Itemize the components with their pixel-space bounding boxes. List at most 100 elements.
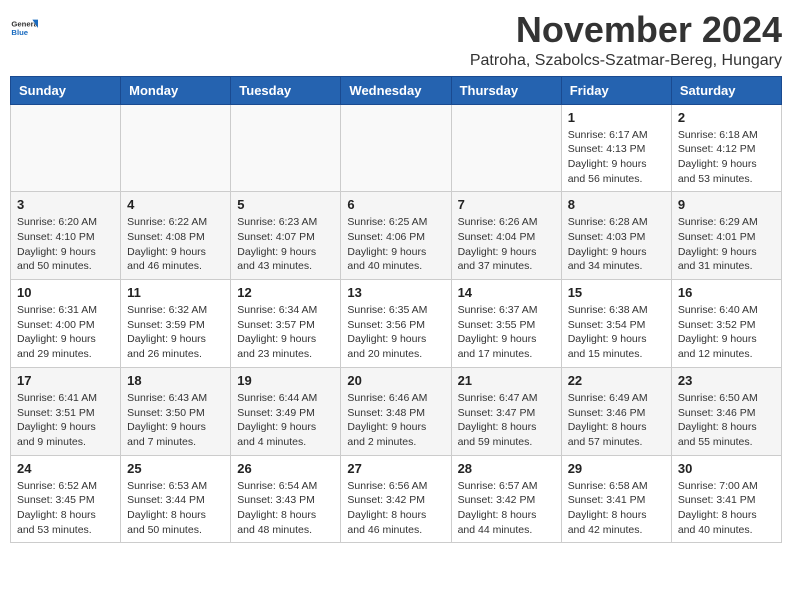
day-number: 2 — [678, 110, 775, 125]
calendar-cell: 5 Sunrise: 6:23 AM Sunset: 4:07 PM Daylig… — [231, 192, 341, 280]
day-info: Sunrise: 6:53 AM Sunset: 3:44 PM Dayligh… — [127, 479, 224, 538]
calendar-cell — [11, 104, 121, 192]
col-header-wednesday: Wednesday — [341, 76, 451, 104]
day-number: 30 — [678, 461, 775, 476]
title-section: November 2024 Patroha, Szabolcs-Szatmar-… — [470, 10, 782, 70]
day-info: Sunrise: 6:32 AM Sunset: 3:59 PM Dayligh… — [127, 303, 224, 362]
day-info: Sunrise: 6:54 AM Sunset: 3:43 PM Dayligh… — [237, 479, 334, 538]
calendar-cell: 8Sunrise: 6:28 AM Sunset: 4:03 PM Daylig… — [561, 192, 671, 280]
calendar-week-3: 10 Sunrise: 6:31 AM Sunset: 4:00 PM Dayli… — [11, 280, 782, 368]
day-info: Sunrise: 6:52 AM Sunset: 3:45 PM Dayligh… — [17, 479, 114, 538]
col-header-monday: Monday — [121, 76, 231, 104]
col-header-sunday: Sunday — [11, 76, 121, 104]
day-info: Sunrise: 6:38 AM Sunset: 3:54 PM Dayligh… — [568, 303, 665, 362]
calendar-cell — [231, 104, 341, 192]
day-info: Sunrise: 6:25 AM Sunset: 4:06 PM Dayligh… — [347, 215, 444, 274]
svg-text:Blue: Blue — [11, 28, 28, 37]
day-number: 16 — [678, 285, 775, 300]
col-header-tuesday: Tuesday — [231, 76, 341, 104]
calendar-cell: 13Sunrise: 6:35 AM Sunset: 3:56 PM Dayli… — [341, 280, 451, 368]
day-info: Sunrise: 6:47 AM Sunset: 3:47 PM Dayligh… — [458, 391, 555, 450]
logo-icon: General Blue — [10, 14, 38, 42]
day-number: 29 — [568, 461, 665, 476]
day-number: 10 — [17, 285, 114, 300]
col-header-thursday: Thursday — [451, 76, 561, 104]
day-number: 11 — [127, 285, 224, 300]
col-header-saturday: Saturday — [671, 76, 781, 104]
month-title: November 2024 — [470, 10, 782, 50]
location-title: Patroha, Szabolcs-Szatmar-Bereg, Hungary — [470, 52, 782, 70]
calendar-cell: 24 Sunrise: 6:52 AM Sunset: 3:45 PM Dayli… — [11, 455, 121, 543]
calendar-week-2: 3 Sunrise: 6:20 AM Sunset: 4:10 PM Daylig… — [11, 192, 782, 280]
day-info: Sunrise: 6:50 AM Sunset: 3:46 PM Dayligh… — [678, 391, 775, 450]
calendar-cell: 4 Sunrise: 6:22 AM Sunset: 4:08 PM Daylig… — [121, 192, 231, 280]
calendar-cell: 23 Sunrise: 6:50 AM Sunset: 3:46 PM Dayli… — [671, 367, 781, 455]
col-header-friday: Friday — [561, 76, 671, 104]
day-info: Sunrise: 6:41 AM Sunset: 3:51 PM Dayligh… — [17, 391, 114, 450]
day-info: Sunrise: 6:40 AM Sunset: 3:52 PM Dayligh… — [678, 303, 775, 362]
day-number: 28 — [458, 461, 555, 476]
calendar-cell: 2Sunrise: 6:18 AM Sunset: 4:12 PM Daylig… — [671, 104, 781, 192]
calendar-cell: 26 Sunrise: 6:54 AM Sunset: 3:43 PM Dayli… — [231, 455, 341, 543]
calendar-cell: 22 Sunrise: 6:49 AM Sunset: 3:46 PM Dayli… — [561, 367, 671, 455]
calendar-cell: 30Sunrise: 7:00 AM Sunset: 3:41 PM Dayli… — [671, 455, 781, 543]
day-number: 26 — [237, 461, 334, 476]
calendar-cell: 27Sunrise: 6:56 AM Sunset: 3:42 PM Dayli… — [341, 455, 451, 543]
calendar-cell: 6Sunrise: 6:25 AM Sunset: 4:06 PM Daylig… — [341, 192, 451, 280]
day-number: 5 — [237, 197, 334, 212]
logo: General Blue — [10, 14, 38, 42]
day-number: 7 — [458, 197, 555, 212]
calendar-cell: 17Sunrise: 6:41 AM Sunset: 3:51 PM Dayli… — [11, 367, 121, 455]
calendar-week-1: 1 Sunrise: 6:17 AM Sunset: 4:13 PM Daylig… — [11, 104, 782, 192]
day-info: Sunrise: 6:37 AM Sunset: 3:55 PM Dayligh… — [458, 303, 555, 362]
day-info: Sunrise: 6:58 AM Sunset: 3:41 PM Dayligh… — [568, 479, 665, 538]
day-info: Sunrise: 6:34 AM Sunset: 3:57 PM Dayligh… — [237, 303, 334, 362]
day-number: 8 — [568, 197, 665, 212]
day-number: 20 — [347, 373, 444, 388]
calendar-cell: 28 Sunrise: 6:57 AM Sunset: 3:42 PM Dayli… — [451, 455, 561, 543]
day-number: 13 — [347, 285, 444, 300]
calendar-cell: 1 Sunrise: 6:17 AM Sunset: 4:13 PM Daylig… — [561, 104, 671, 192]
calendar-cell — [451, 104, 561, 192]
calendar-table: SundayMondayTuesdayWednesdayThursdayFrid… — [10, 76, 782, 544]
calendar-cell: 16 Sunrise: 6:40 AM Sunset: 3:52 PM Dayli… — [671, 280, 781, 368]
day-number: 24 — [17, 461, 114, 476]
calendar-cell: 21 Sunrise: 6:47 AM Sunset: 3:47 PM Dayli… — [451, 367, 561, 455]
day-info: Sunrise: 6:43 AM Sunset: 3:50 PM Dayligh… — [127, 391, 224, 450]
day-info: Sunrise: 6:20 AM Sunset: 4:10 PM Dayligh… — [17, 215, 114, 274]
day-number: 9 — [678, 197, 775, 212]
page-header: General Blue November 2024 Patroha, Szab… — [10, 10, 782, 70]
day-number: 14 — [458, 285, 555, 300]
calendar-cell: 20 Sunrise: 6:46 AM Sunset: 3:48 PM Dayli… — [341, 367, 451, 455]
calendar-cell: 3 Sunrise: 6:20 AM Sunset: 4:10 PM Daylig… — [11, 192, 121, 280]
day-info: Sunrise: 6:17 AM Sunset: 4:13 PM Dayligh… — [568, 128, 665, 187]
day-number: 4 — [127, 197, 224, 212]
day-info: Sunrise: 6:49 AM Sunset: 3:46 PM Dayligh… — [568, 391, 665, 450]
day-number: 23 — [678, 373, 775, 388]
calendar-cell: 15Sunrise: 6:38 AM Sunset: 3:54 PM Dayli… — [561, 280, 671, 368]
day-number: 19 — [237, 373, 334, 388]
calendar-cell: 10 Sunrise: 6:31 AM Sunset: 4:00 PM Dayli… — [11, 280, 121, 368]
day-info: Sunrise: 6:23 AM Sunset: 4:07 PM Dayligh… — [237, 215, 334, 274]
calendar-cell: 12Sunrise: 6:34 AM Sunset: 3:57 PM Dayli… — [231, 280, 341, 368]
day-number: 27 — [347, 461, 444, 476]
calendar-cell: 11 Sunrise: 6:32 AM Sunset: 3:59 PM Dayli… — [121, 280, 231, 368]
day-number: 1 — [568, 110, 665, 125]
day-number: 3 — [17, 197, 114, 212]
day-info: Sunrise: 6:31 AM Sunset: 4:00 PM Dayligh… — [17, 303, 114, 362]
day-info: Sunrise: 6:44 AM Sunset: 3:49 PM Dayligh… — [237, 391, 334, 450]
calendar-cell: 19 Sunrise: 6:44 AM Sunset: 3:49 PM Dayli… — [231, 367, 341, 455]
day-info: Sunrise: 6:29 AM Sunset: 4:01 PM Dayligh… — [678, 215, 775, 274]
day-number: 21 — [458, 373, 555, 388]
calendar-body: 1 Sunrise: 6:17 AM Sunset: 4:13 PM Daylig… — [11, 104, 782, 543]
day-info: Sunrise: 6:26 AM Sunset: 4:04 PM Dayligh… — [458, 215, 555, 274]
calendar-cell: 14 Sunrise: 6:37 AM Sunset: 3:55 PM Dayli… — [451, 280, 561, 368]
calendar-cell: 29 Sunrise: 6:58 AM Sunset: 3:41 PM Dayli… — [561, 455, 671, 543]
day-info: Sunrise: 6:57 AM Sunset: 3:42 PM Dayligh… — [458, 479, 555, 538]
day-number: 22 — [568, 373, 665, 388]
calendar-cell — [341, 104, 451, 192]
day-number: 25 — [127, 461, 224, 476]
day-info: Sunrise: 6:22 AM Sunset: 4:08 PM Dayligh… — [127, 215, 224, 274]
day-info: Sunrise: 6:46 AM Sunset: 3:48 PM Dayligh… — [347, 391, 444, 450]
calendar-cell — [121, 104, 231, 192]
